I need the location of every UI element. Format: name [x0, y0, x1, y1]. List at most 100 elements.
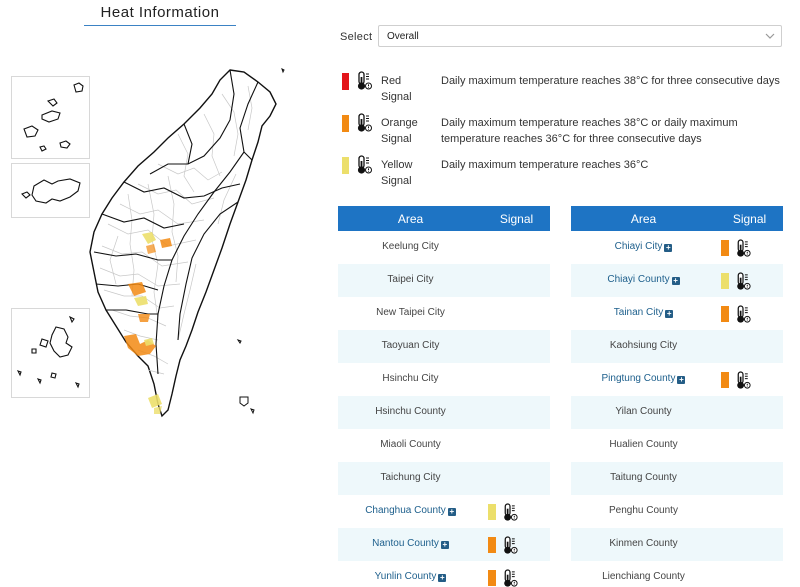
- chevron-down-icon: [765, 33, 775, 39]
- area-name-cell: Hsinchu County: [338, 406, 483, 417]
- area-name-cell: Kinmen County: [571, 538, 716, 549]
- area-name: Yilan County: [615, 406, 672, 417]
- orange-signal-swatch: [721, 372, 729, 388]
- area-name-cell: Taitung County: [571, 472, 716, 483]
- legend-signal-description: Daily maximum temperature reaches 36°C: [441, 159, 649, 171]
- expand-plus-icon[interactable]: +: [447, 508, 456, 516]
- orange-signal-swatch: [721, 306, 729, 322]
- thermometer-warning-icon: [735, 371, 751, 390]
- area-name: Taitung County: [610, 472, 677, 483]
- area-name-cell[interactable]: Chiayi County +: [571, 274, 716, 285]
- expand-plus-icon[interactable]: +: [664, 244, 673, 252]
- area-name-cell: New Taipei City: [338, 307, 483, 318]
- area-name: Keelung City: [382, 241, 439, 252]
- red-swatch: [342, 73, 349, 90]
- area-name: Nantou County: [372, 538, 439, 549]
- thermometer-warning-icon: [502, 569, 518, 587]
- area-name-cell[interactable]: Changhua County +: [338, 505, 483, 516]
- area-name: Chiayi City: [614, 241, 663, 252]
- table-row: Keelung City: [338, 231, 550, 264]
- table-row: Yilan County: [571, 396, 783, 429]
- area-name-cell: Taoyuan City: [338, 340, 483, 351]
- table-header: Area Signal: [338, 206, 550, 231]
- area-name-cell: Hualien County: [571, 439, 716, 450]
- legend-signal-description: Daily maximum temperature reaches 38°C f…: [441, 75, 780, 87]
- table-row: Taipei City: [338, 264, 550, 297]
- legend-row-yellow: Yellow Signal Daily maximum temperature r…: [340, 154, 780, 196]
- area-name: Penghu County: [609, 505, 678, 516]
- area-name-cell: Taipei City: [338, 274, 483, 285]
- taiwan-main-island[interactable]: [8, 64, 308, 424]
- area-name-cell: Penghu County: [571, 505, 716, 516]
- area-name-cell[interactable]: Tainan City +: [571, 307, 716, 318]
- table-row: Kaohsiung City: [571, 330, 783, 363]
- area-name: Hsinchu County: [375, 406, 446, 417]
- table-row: Hsinchu County: [338, 396, 550, 429]
- area-name-cell: Lienchiang County: [571, 571, 716, 582]
- table-row: Tainan City +: [571, 297, 783, 330]
- area-name: Miaoli County: [380, 439, 441, 450]
- area-name: Taipei City: [387, 274, 434, 285]
- area-name-cell: Kaohsiung City: [571, 340, 716, 351]
- legend-row-orange: Orange Signal Daily maximum temperature r…: [340, 112, 780, 154]
- thermometer-warning-icon: [356, 155, 372, 175]
- legend-row-red: Red Signal Daily maximum temperature reac…: [340, 70, 780, 112]
- table-row: Chiayi City +: [571, 231, 783, 264]
- yellow-swatch: [342, 157, 349, 174]
- table-row: Taitung County: [571, 462, 783, 495]
- thermometer-warning-icon: [735, 305, 751, 324]
- area-name-cell: Miaoli County: [338, 439, 483, 450]
- thermometer-warning-icon: [502, 503, 518, 522]
- area-name: Changhua County: [365, 505, 446, 516]
- area-name: Tainan City: [613, 307, 664, 318]
- table-row: Miaoli County: [338, 429, 550, 462]
- orange-signal-swatch: [721, 240, 729, 256]
- table-row: Taichung City: [338, 462, 550, 495]
- area-column-header: Area: [397, 212, 424, 226]
- table-row: Nantou County +: [338, 528, 550, 561]
- area-name-cell[interactable]: Chiayi City +: [571, 241, 716, 252]
- table-row: Changhua County +: [338, 495, 550, 528]
- table-row: Taoyuan City: [338, 330, 550, 363]
- table-row: Hualien County: [571, 429, 783, 462]
- select-label: Select: [340, 31, 373, 43]
- table-header: Area Signal: [571, 206, 783, 231]
- area-name: Kinmen County: [609, 538, 678, 549]
- area-name-cell[interactable]: Yunlin County +: [338, 571, 483, 582]
- area-name: Chiayi County: [607, 274, 670, 285]
- expand-plus-icon[interactable]: +: [665, 310, 674, 318]
- thermometer-warning-icon: [356, 71, 372, 91]
- signal-legend: Red Signal Daily maximum temperature reac…: [340, 70, 780, 196]
- area-name: New Taipei City: [376, 307, 445, 318]
- thermometer-warning-icon: [356, 113, 372, 133]
- area-signal-table-right: Area Signal Chiayi City + Chiayi County + Ta…: [571, 206, 783, 587]
- table-row: New Taipei City: [338, 297, 550, 330]
- area-name: Lienchiang County: [602, 571, 685, 582]
- area-name: Hualien County: [609, 439, 678, 450]
- area-name-cell[interactable]: Nantou County +: [338, 538, 483, 549]
- taiwan-heat-map[interactable]: [8, 64, 308, 424]
- area-name-cell: Keelung City: [338, 241, 483, 252]
- thermometer-warning-icon: [735, 272, 751, 291]
- legend-signal-name: Orange Signal: [381, 117, 418, 145]
- area-name-cell: Yilan County: [571, 406, 716, 417]
- table-row: Hsinchu City: [338, 363, 550, 396]
- expand-plus-icon[interactable]: +: [438, 574, 447, 582]
- table-row: Kinmen County: [571, 528, 783, 561]
- table-row: Lienchiang County: [571, 561, 783, 587]
- expand-plus-icon[interactable]: +: [671, 277, 680, 285]
- table-row: Penghu County: [571, 495, 783, 528]
- table-row: Pingtung County +: [571, 363, 783, 396]
- select-value: Overall: [387, 31, 419, 42]
- expand-plus-icon[interactable]: +: [440, 541, 449, 549]
- orange-signal-swatch: [488, 570, 496, 586]
- signal-column-header: Signal: [499, 212, 534, 226]
- area-name: Taoyuan City: [381, 340, 440, 351]
- legend-signal-name: Red Signal: [381, 75, 412, 103]
- area-name: Taichung City: [380, 472, 441, 483]
- area-name-cell[interactable]: Pingtung County +: [571, 373, 716, 384]
- orange-swatch: [342, 115, 349, 132]
- expand-plus-icon[interactable]: +: [677, 376, 686, 384]
- area-filter-select[interactable]: Overall: [378, 25, 782, 47]
- table-row: Chiayi County +: [571, 264, 783, 297]
